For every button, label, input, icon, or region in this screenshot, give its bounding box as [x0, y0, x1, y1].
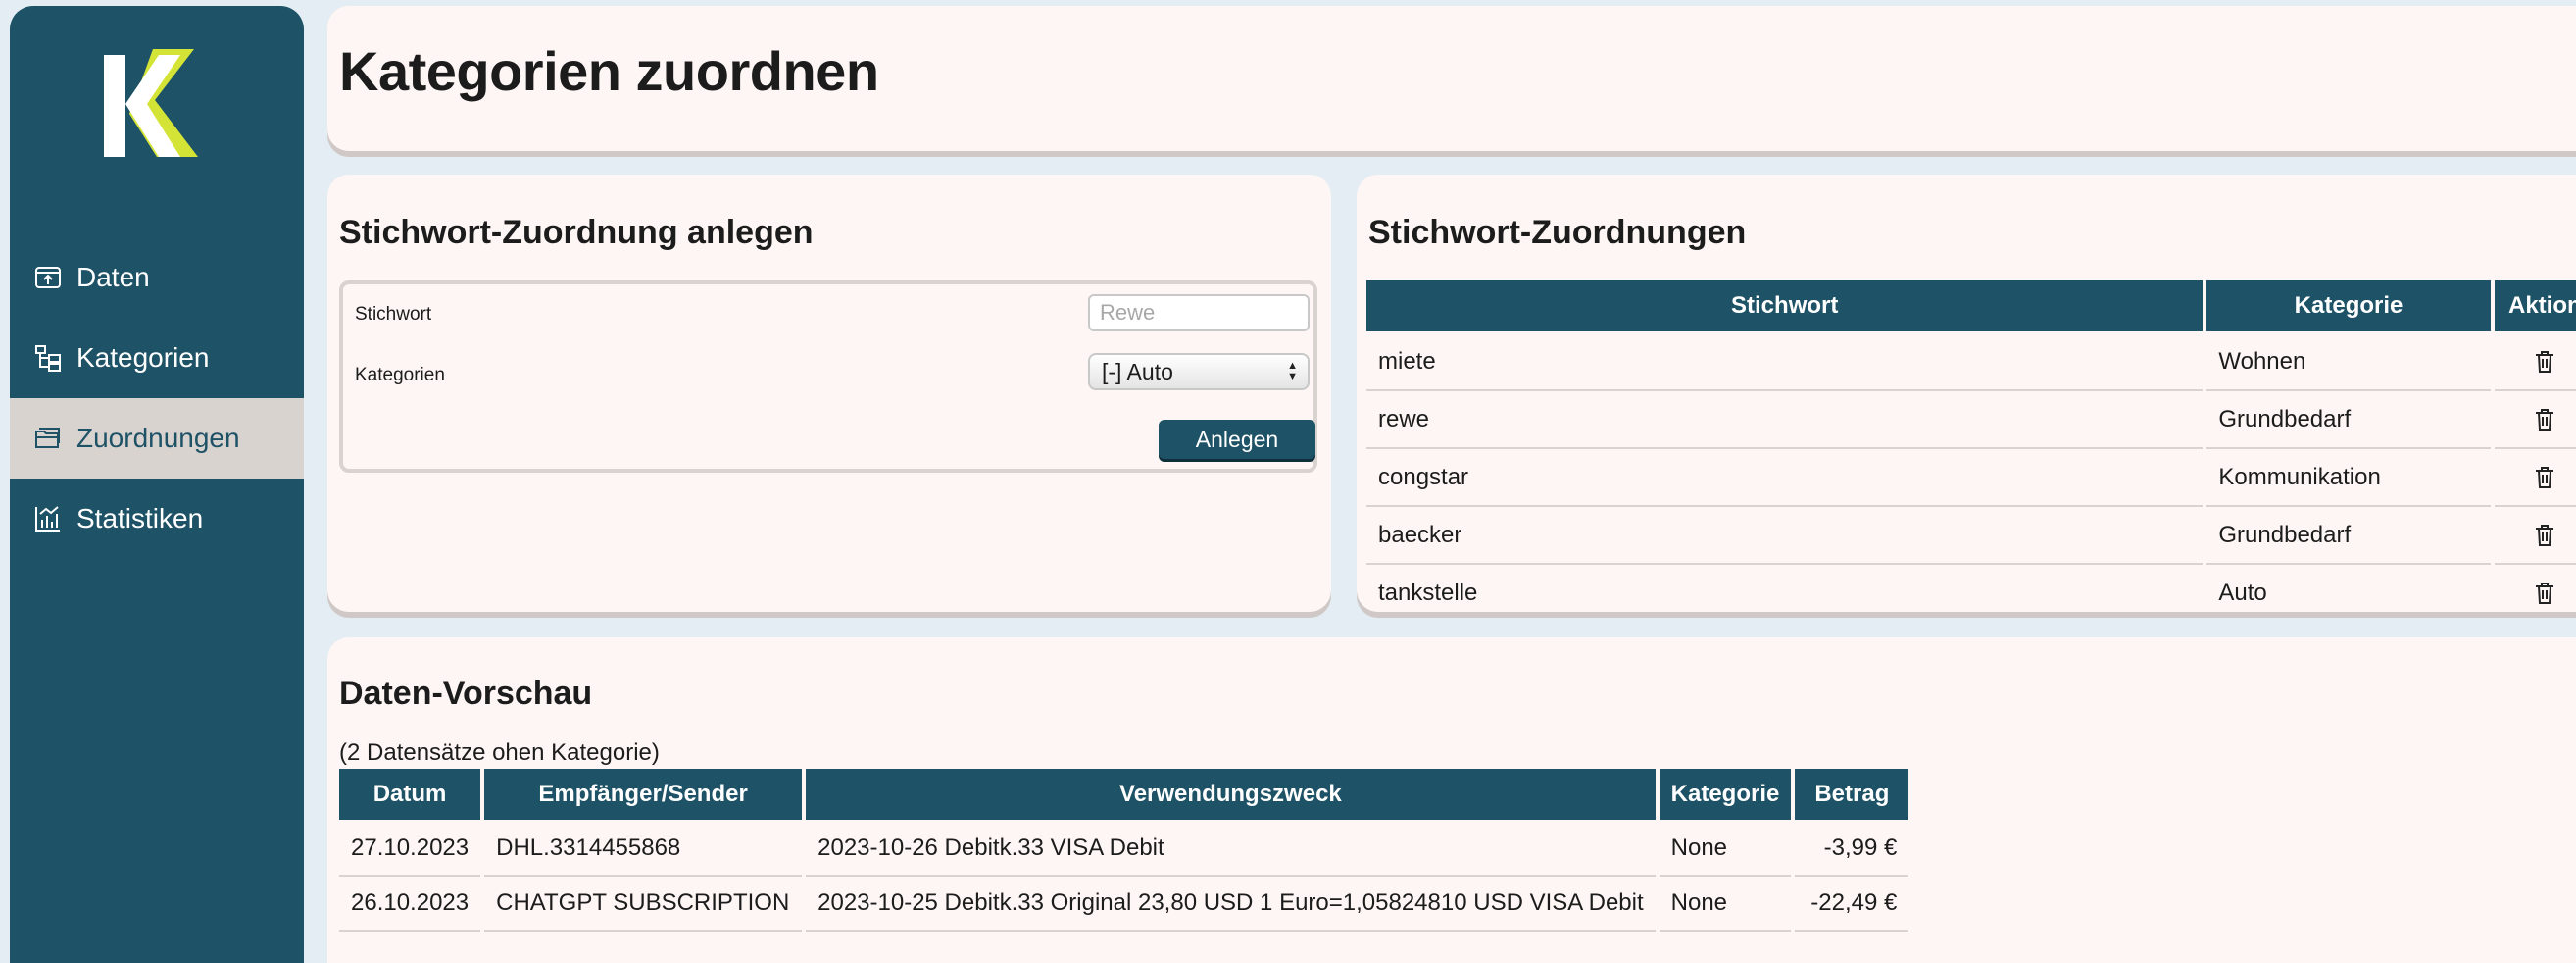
select-arrows-icon: ▲ ▼: [1287, 360, 1298, 382]
date-cell: 26.10.2023: [339, 877, 481, 932]
table-row: 27.10.2023 DHL.3314455868 2023-10-26 Deb…: [339, 822, 1909, 877]
category-cell: Wohnen: [2206, 333, 2491, 391]
delete-icon[interactable]: [2534, 407, 2555, 432]
sidebar-item-label: Kategorien: [76, 342, 210, 373]
category-cell: None: [1659, 822, 1792, 877]
keyword-cell: miete: [1366, 333, 2204, 391]
sidebar-item-statistiken[interactable]: Statistiken: [10, 479, 304, 559]
sidebar-item-label: Daten: [76, 262, 150, 292]
party-cell: CHATGPT SUBSCRIPTION: [484, 877, 803, 932]
sidebar-item-zuordnungen[interactable]: Zuordnungen: [10, 398, 304, 479]
category-cell: None: [1659, 877, 1792, 932]
sidebar-item-label: Statistiken: [76, 503, 204, 533]
column-header-stichwort[interactable]: Stichwort: [1366, 280, 2204, 333]
page-title: Kategorien zuordnen: [339, 40, 879, 102]
logo[interactable]: [100, 49, 237, 167]
delete-icon[interactable]: [2534, 465, 2555, 490]
purpose-cell: 2023-10-25 Debitk.33 Original 23,80 USD …: [806, 877, 1656, 932]
action-cell: [2494, 391, 2576, 449]
column-header-aktion: Aktion: [2494, 280, 2576, 333]
delete-icon[interactable]: [2534, 523, 2555, 548]
create-button[interactable]: Anlegen: [1159, 420, 1315, 459]
data-icon: [31, 261, 65, 294]
keyword-cell: congstar: [1366, 449, 2204, 507]
column-header-datum[interactable]: Datum: [339, 769, 481, 822]
category-cell: Grundbedarf: [2206, 391, 2491, 449]
category-label: Kategorien: [355, 365, 445, 385]
keyword-cell: tankstelle: [1366, 565, 2203, 612]
keyword-form: Stichwort Kategorien [-] Auto ▲▼ Anlegen: [339, 280, 1317, 473]
mappings-table: Stichwort Kategorie Aktion miete Wohnen …: [1362, 280, 2576, 612]
category-cell: Auto: [2206, 565, 2490, 612]
keyword-mappings-card: Stichwort-Zuordnungen Stichwort Kategori…: [1357, 175, 2576, 612]
table-row: baecker Grundbedarf: [1366, 507, 2576, 565]
table-row: congstar Kommunikation: [1366, 449, 2576, 507]
delete-icon[interactable]: [2534, 581, 2555, 606]
category-cell: Grundbedarf: [2206, 507, 2491, 565]
purpose-cell: 2023-10-26 Debitk.33 VISA Debit: [806, 822, 1656, 877]
column-header-verwendungszweck[interactable]: Verwendungszweck: [806, 769, 1656, 822]
uncategorized-count: (2 Datensätze ohen Kategorie): [339, 739, 660, 766]
chart-icon: [31, 502, 65, 535]
header-card: Kategorien zuordnen: [327, 6, 2576, 151]
amount-cell: -3,99 €: [1795, 822, 1909, 877]
category-select-value: [-] Auto: [1102, 358, 1173, 384]
keyword-input[interactable]: [1088, 294, 1310, 331]
table-row: 26.10.2023 CHATGPT SUBSCRIPTION 2023-10-…: [339, 877, 1909, 932]
keyword-cell: rewe: [1366, 391, 2204, 449]
column-header-kategorie[interactable]: Kategorie: [2206, 280, 2491, 333]
sidebar-item-kategorien[interactable]: Kategorien: [10, 318, 304, 398]
date-cell: 27.10.2023: [339, 822, 481, 877]
sidebar: Daten Kategorien Zuordnungen Statistiken: [10, 6, 304, 963]
table-row: rewe Grundbedarf: [1366, 391, 2576, 449]
action-cell: [2494, 333, 2576, 391]
delete-icon[interactable]: [2534, 349, 2555, 375]
folders-icon: [31, 422, 65, 455]
column-header-betrag[interactable]: Betrag: [1795, 769, 1909, 822]
table-row: miete Wohnen: [1366, 333, 2576, 391]
category-cell: Kommunikation: [2206, 449, 2491, 507]
keyword-form-card: Stichwort-Zuordnung anlegen Stichwort Ka…: [327, 175, 1331, 612]
sidebar-item-daten[interactable]: Daten: [10, 237, 304, 318]
party-cell: DHL.3314455868: [484, 822, 803, 877]
column-header-kategorie[interactable]: Kategorie: [1659, 769, 1792, 822]
action-cell: [2494, 449, 2576, 507]
sidebar-item-label: Zuordnungen: [76, 423, 240, 453]
table-row: tankstelle Auto: [1366, 565, 2576, 612]
preview-table: Datum Empfänger/Sender Verwendungszweck …: [335, 769, 1912, 932]
data-preview-card: Daten-Vorschau (2 Datensätze ohen Katego…: [327, 637, 2576, 963]
category-tree-icon: [31, 341, 65, 375]
column-header-empfaenger[interactable]: Empfänger/Sender: [484, 769, 803, 822]
amount-cell: -22,49 €: [1795, 877, 1909, 932]
action-cell: [2495, 565, 2576, 612]
action-cell: [2494, 507, 2576, 565]
keyword-cell: baecker: [1366, 507, 2204, 565]
mappings-title: Stichwort-Zuordnungen: [1368, 214, 1747, 251]
preview-title: Daten-Vorschau: [339, 675, 593, 712]
keyword-label: Stichwort: [355, 304, 432, 325]
category-select[interactable]: [-] Auto ▲ ▼: [1088, 353, 1310, 390]
form-title: Stichwort-Zuordnung anlegen: [339, 214, 814, 251]
